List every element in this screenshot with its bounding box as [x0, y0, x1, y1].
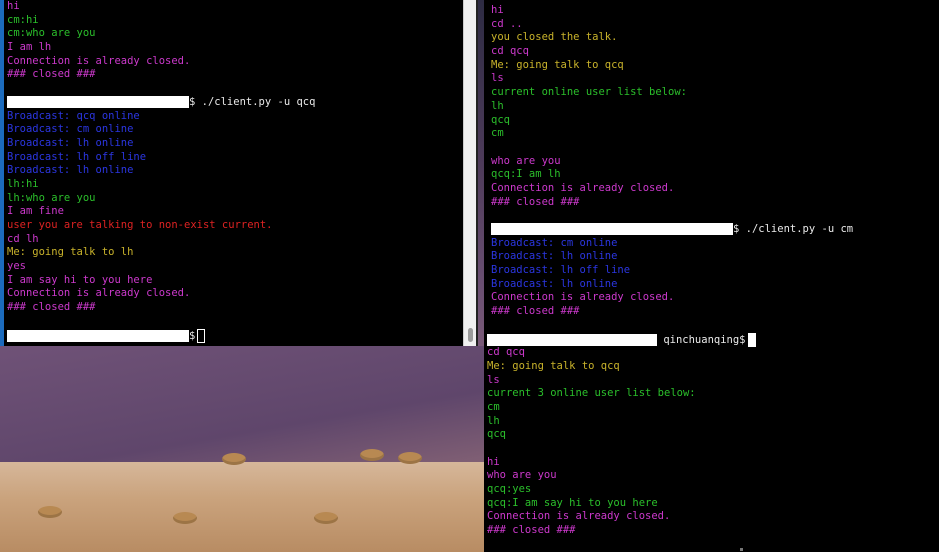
terminal-line: user you are talking to non-exist curren… [7, 219, 273, 231]
terminal-line: Connection is already closed. [491, 291, 675, 304]
terminal-line: Broadcast: lh online [491, 277, 618, 290]
terminal-line: qcq [487, 428, 506, 441]
shrub [314, 512, 338, 524]
terminal-line: Connection is already closed. [7, 287, 191, 300]
terminal-line: lh [487, 414, 500, 427]
terminal-line: cm [491, 127, 504, 140]
prompt-symbol: $ [189, 329, 196, 342]
shrub [38, 506, 62, 518]
terminal-line: qcq:yes [487, 483, 532, 496]
text-cursor [747, 332, 756, 347]
terminal-line: I am lh [7, 41, 52, 54]
terminal-line: ### closed ### [491, 305, 580, 318]
current-prompt-line[interactable]: $ [7, 328, 472, 343]
terminal-line: Broadcast: lh off line [491, 264, 631, 277]
terminal-output-right: hi cd .. you closed the talk. cd qcq Me: goi… [484, 0, 939, 538]
terminal-line: ls [491, 72, 504, 85]
terminal-line: Broadcast: lh online [491, 250, 618, 263]
terminal-line: Broadcast: lh off line [7, 150, 147, 163]
scrollbar[interactable] [463, 0, 476, 346]
terminal-line: qcq:I am say hi to you here [487, 496, 658, 509]
terminal-line: hi [487, 455, 500, 468]
prompt-line: $ ./client.py -u cm [491, 223, 935, 237]
terminal-line: Connection is already closed. [487, 510, 671, 523]
terminal-line: qcq:I am lh [491, 168, 561, 181]
terminal-line: hi [491, 4, 504, 16]
shrub [222, 453, 246, 465]
terminal-line: Connection is already closed. [491, 181, 675, 194]
terminal-line: Me: going talk to qcq [491, 58, 624, 71]
terminal-line: current online user list below: [491, 86, 687, 99]
terminal-line: I am fine [7, 205, 64, 218]
scrollbar-thumb[interactable] [468, 328, 473, 342]
prompt-line: $ ./client.py -u qcq [7, 95, 472, 110]
terminal-line: Me: going talk to lh [7, 246, 134, 259]
terminal-line: lh:who are you [7, 191, 96, 204]
terminal-line: lh [491, 99, 504, 112]
terminal-line: yes [7, 260, 26, 273]
text-cursor [197, 328, 206, 343]
terminal-line: cd qcq [491, 45, 529, 58]
terminal-line: ### closed ### [487, 524, 576, 537]
terminal-line: cm [487, 400, 500, 413]
terminal-line: Broadcast: lh online [7, 164, 134, 177]
terminal-line: cd lh [7, 232, 39, 245]
terminal-line: Me: going talk to qcq [487, 359, 620, 372]
shrub [398, 452, 422, 464]
prompt-user: qinchuanqing$ [663, 333, 746, 346]
prompt-command: $ ./client.py -u qcq [189, 95, 316, 108]
terminal-line: Connection is already closed. [7, 54, 191, 67]
shrub [360, 449, 384, 461]
terminal-line: current 3 online user list below: [487, 387, 696, 400]
terminal-line: Broadcast: lh online [7, 136, 134, 149]
current-prompt-line[interactable]: qinchuanqing$ [487, 332, 935, 347]
terminal-line: ### closed ### [7, 68, 96, 81]
terminal-line: ls [487, 373, 500, 386]
terminal-line: Broadcast: cm online [7, 123, 134, 136]
terminal-line: Broadcast: cm online [491, 236, 618, 249]
redacted-username [7, 95, 189, 108]
terminal-line: qcq [491, 113, 510, 126]
scroll-indicator [740, 548, 743, 551]
terminal-line: who are you [491, 154, 561, 167]
terminal-line: cd qcq [487, 346, 525, 359]
terminal-line: Broadcast: qcq online [7, 109, 140, 122]
terminal-window-right[interactable]: hi cd .. you closed the talk. cd qcq Me: goi… [484, 0, 939, 552]
terminal-line: cm:hi [7, 13, 39, 26]
terminal-line: lh:hi [7, 177, 39, 190]
terminal-line: ### closed ### [491, 195, 580, 208]
terminal-line: you closed the talk. [491, 31, 618, 44]
terminal-left-edge [0, 0, 4, 346]
shrub [173, 512, 197, 524]
redacted-username [491, 223, 733, 235]
terminal-line: cd .. [491, 17, 523, 30]
terminal-line: I am say hi to you here [7, 273, 153, 286]
terminal-line: hi [7, 0, 20, 12]
terminal-line: who are you [487, 469, 557, 482]
terminal-line: cm:who are you [7, 27, 96, 40]
terminal-window-left[interactable]: hi cm:hi cm:who are you I am lh Connection i… [0, 0, 478, 346]
terminal-output-left: hi cm:hi cm:who are you I am lh Connection i… [0, 0, 476, 343]
redacted-hostname [487, 333, 657, 346]
redacted-username [7, 329, 189, 342]
prompt-command: $ ./client.py -u cm [733, 223, 854, 235]
terminal-line: ### closed ### [7, 301, 96, 314]
